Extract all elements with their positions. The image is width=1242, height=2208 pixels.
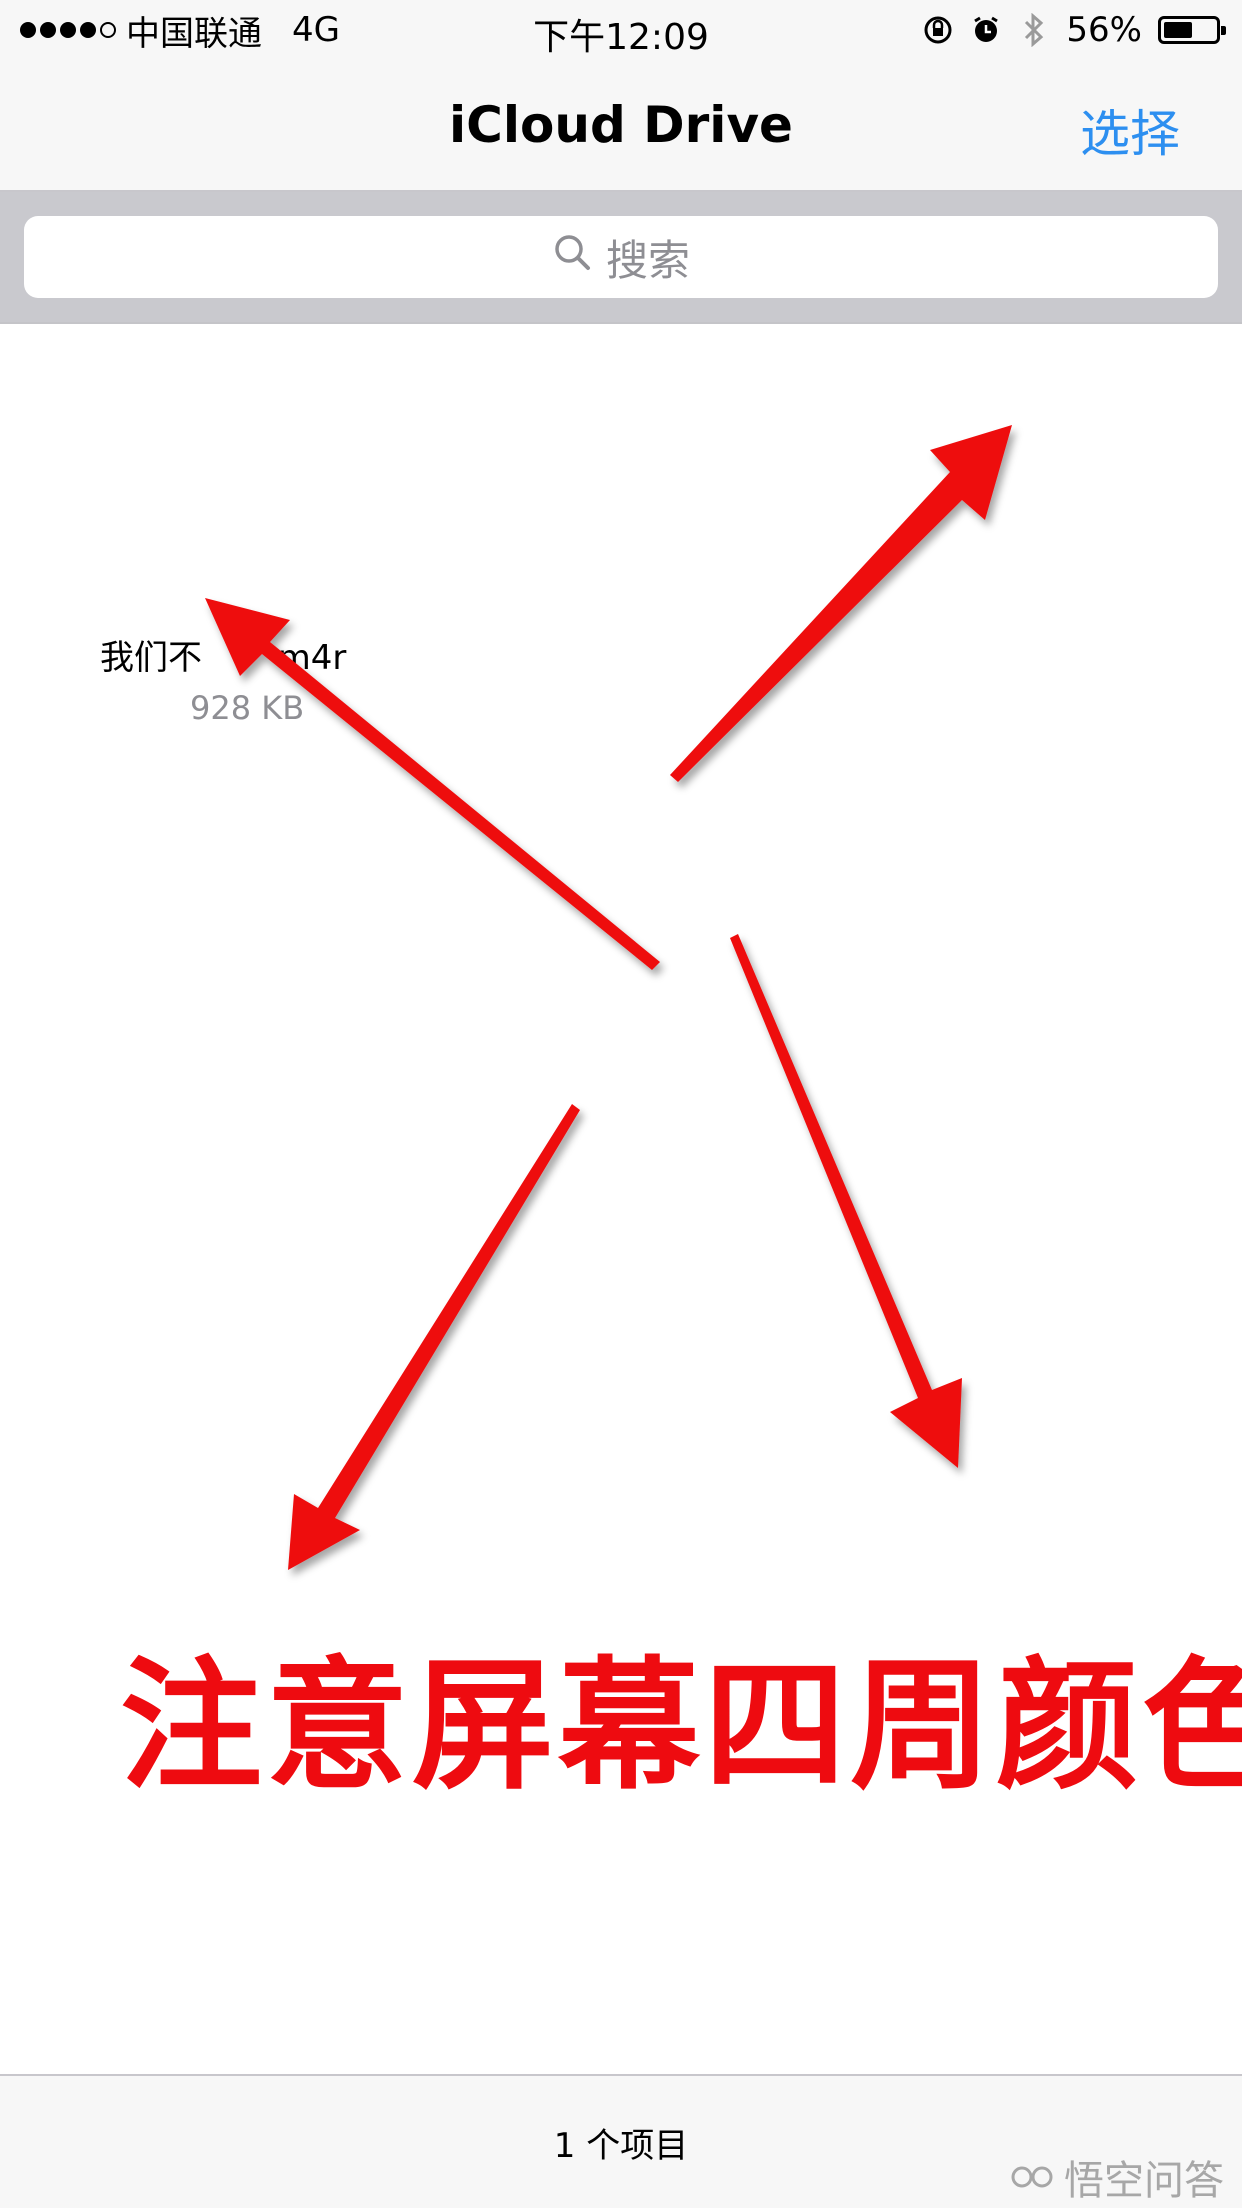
battery-icon: [1158, 16, 1226, 44]
rotation-lock-icon: [922, 14, 954, 46]
navigation-bar: iCloud Drive 选择: [0, 62, 1242, 192]
search-area: 搜索: [0, 192, 1242, 324]
bottom-toolbar: 1 个项目 悟空问答: [0, 2074, 1242, 2208]
search-icon: [552, 232, 592, 282]
file-name: 我们不 m4r: [100, 638, 347, 678]
arrow-up-right-icon: [670, 425, 1012, 782]
file-size: 928 KB: [190, 689, 305, 727]
status-right: 56%: [922, 8, 1226, 52]
alarm-icon: [970, 14, 1002, 46]
battery-percent: 56%: [1066, 10, 1142, 50]
arrow-down-left-icon: [288, 1104, 580, 1570]
select-button[interactable]: 选择: [1080, 94, 1180, 166]
search-placeholder: 搜索: [605, 235, 690, 285]
watermark-logo-icon: [1010, 2154, 1056, 2200]
file-item[interactable]: 我们不 m4r 928 KB: [100, 630, 400, 727]
page-title: iCloud Drive: [449, 96, 793, 154]
status-bar: 中国联通 4G 下午12:09 56%: [0, 0, 1242, 62]
arrow-down-right-icon: [730, 934, 962, 1468]
annotation-text: 注意屏幕四周颜色: [120, 1644, 1242, 1809]
annotation-arrows: [205, 425, 1012, 1570]
watermark: 悟空问答: [1010, 2148, 1224, 2206]
bluetooth-icon: [1018, 13, 1050, 47]
search-input[interactable]: 搜索: [24, 216, 1218, 298]
watermark-text: 悟空问答: [1064, 2158, 1224, 2204]
